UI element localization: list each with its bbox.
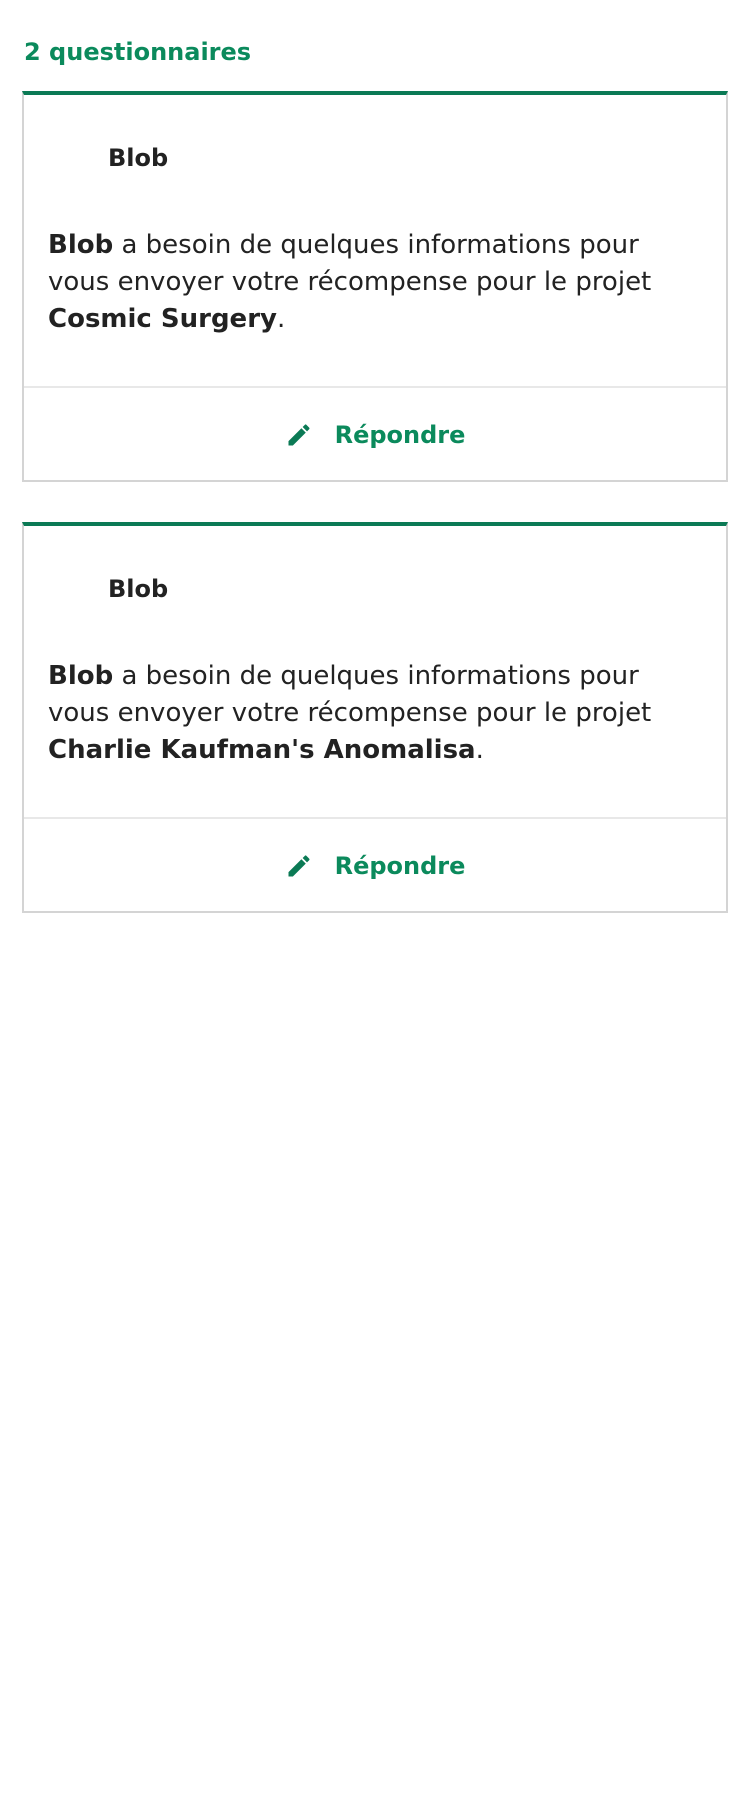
questionnaire-message: Blob a besoin de quelques informations p… [48,227,708,338]
answer-button-label: Répondre [334,852,466,880]
pencil-icon [288,855,310,877]
message-end: . [276,304,286,334]
pencil-icon [288,424,310,446]
creator-name: Blob [108,144,169,172]
answer-button-label: Répondre [334,421,466,449]
answer-button[interactable]: Répondre [24,819,726,913]
message-end: . [475,735,484,765]
message-creator-name: Blob [48,230,114,260]
message-creator-name: Blob [48,661,114,691]
message-text: a besoin de quelques informations pour v… [48,661,652,728]
message-text: a besoin de quelques informations pour v… [48,230,652,297]
questionnaire-card: Blob Blob a besoin de quelques informati… [22,91,728,482]
questionnaires-count: 2 questionnaires [24,38,252,66]
project-name: Cosmic Surgery [48,304,277,334]
questionnaire-card: Blob Blob a besoin de quelques informati… [22,522,728,913]
creator-name: Blob [108,575,169,603]
questionnaire-message: Blob a besoin de quelques informations p… [48,658,708,769]
creator-avatar [48,133,96,181]
project-name: Charlie Kaufman's Anomalisa [48,735,476,765]
questionnaires-page: 2 questionnaires Blob Blob a besoin de q… [0,0,750,1800]
creator-avatar [48,564,96,612]
answer-button[interactable]: Répondre [24,388,726,482]
